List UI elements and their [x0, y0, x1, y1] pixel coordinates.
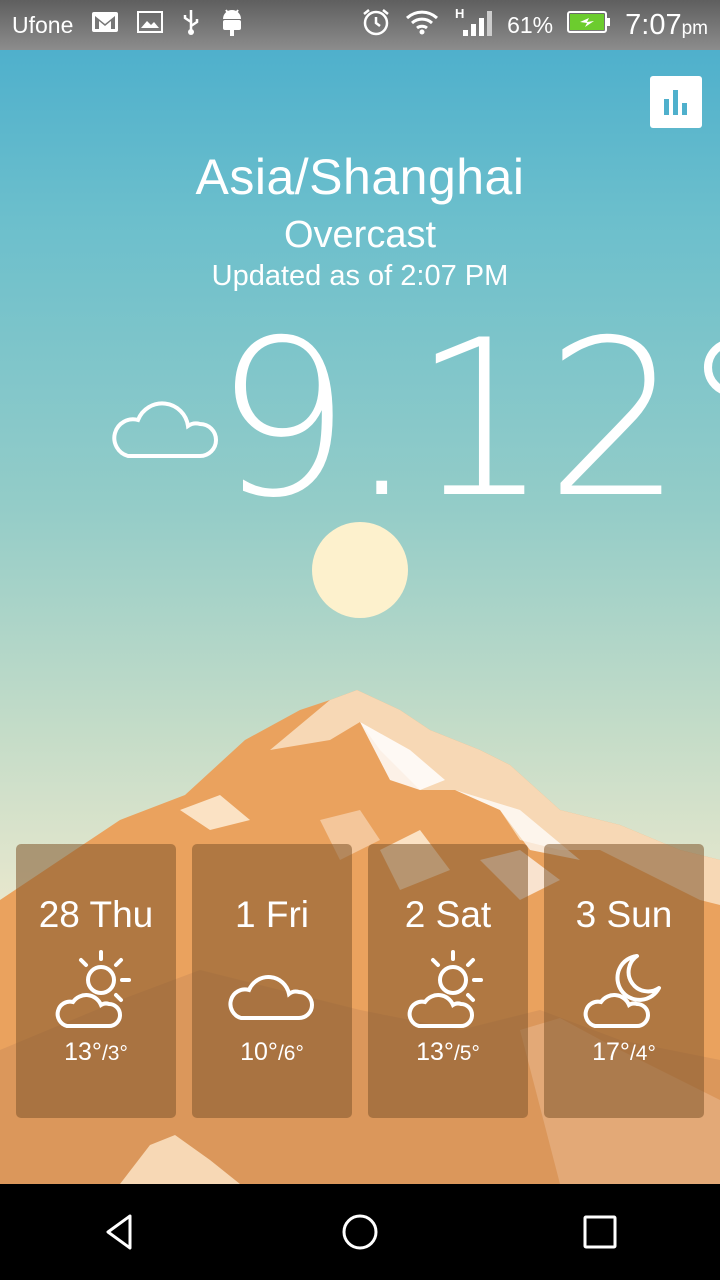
sun-illustration [312, 522, 408, 618]
clock: 7:07pm [625, 8, 708, 41]
status-bar: Ufone H 61% 7:07pm [0, 0, 720, 50]
back-icon [106, 1214, 132, 1250]
forecast-range: 10°/6° [240, 1038, 304, 1066]
alarm-icon [361, 7, 391, 43]
home-icon [342, 1214, 378, 1250]
partly-cloudy-icon [403, 948, 493, 1032]
forecast-range: 13°/5° [416, 1038, 480, 1066]
forecast-card[interactable]: 1 Fri 10°/6° [192, 844, 352, 1118]
forecast-list: 28 Thu 13°/3° 1 Fri 10°/6° 2 Sat 13°/5° … [16, 844, 704, 1118]
updated-label: Updated as of 2:07 PM [211, 260, 509, 292]
android-icon [219, 7, 245, 43]
forecast-day: 3 Sun [575, 894, 673, 935]
condition-label: Overcast [283, 214, 437, 256]
wifi-icon [405, 9, 439, 41]
weather-screen: Asia/Shanghai Overcast Updated as of 2:0… [0, 50, 720, 1184]
recents-icon [583, 1215, 617, 1249]
forecast-card[interactable]: 28 Thu 13°/3° [16, 844, 176, 1118]
forecast-card[interactable]: 3 Sun 17°/4° [544, 844, 704, 1118]
network-type-label: H [455, 6, 464, 21]
battery-percent-label: 61% [507, 11, 554, 38]
battery-charging-icon [567, 10, 611, 40]
navigation-bar [0, 1184, 720, 1280]
recents-button[interactable] [560, 1192, 640, 1272]
forecast-card[interactable]: 2 Sat 13°/5° [368, 844, 528, 1118]
cloudy-night-icon [579, 948, 669, 1032]
current-temperature: 9.12° [214, 294, 720, 545]
back-button[interactable] [80, 1192, 160, 1272]
bar-chart-icon [664, 90, 687, 115]
home-button[interactable] [320, 1192, 400, 1272]
forecast-day: 1 Fri [235, 894, 309, 935]
forecast-range: 17°/4° [592, 1038, 656, 1066]
city-label: Asia/Shanghai [195, 149, 525, 205]
forecast-day: 28 Thu [38, 894, 154, 935]
signal-icon: H [453, 6, 493, 44]
usb-icon [181, 8, 201, 42]
forecast-range: 13°/3° [64, 1038, 128, 1066]
stats-button[interactable] [650, 76, 702, 128]
gmail-icon [91, 11, 119, 39]
gallery-icon [137, 11, 164, 39]
forecast-day: 2 Sat [404, 894, 492, 935]
carrier-label: Ufone [12, 11, 74, 38]
cloud-icon [227, 948, 317, 1032]
cloud-icon [108, 384, 218, 469]
partly-cloudy-icon [51, 948, 141, 1032]
